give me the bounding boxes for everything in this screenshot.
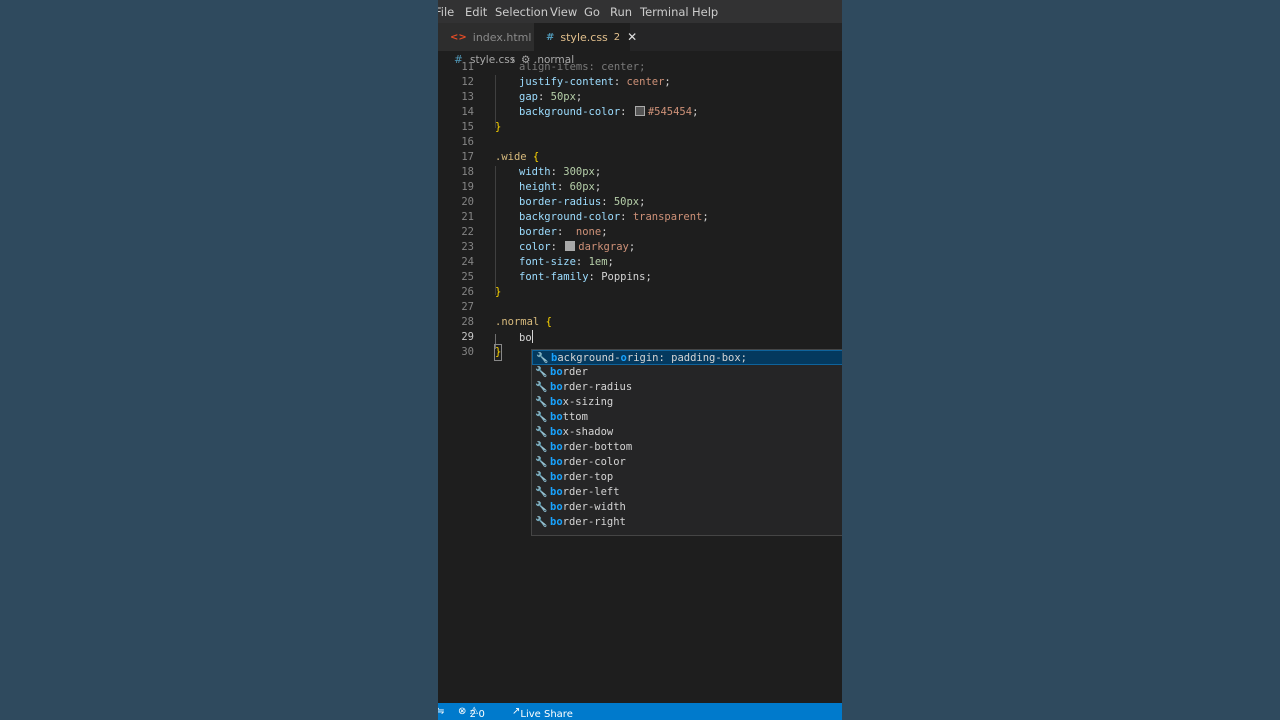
property-icon: 🔧	[535, 457, 548, 468]
suggestion-item[interactable]: 🔧 border-width	[532, 500, 842, 515]
code-line: 24 font-size: 1em;	[461, 256, 614, 268]
code-line: 18 width: 300px;	[461, 166, 602, 178]
autocomplete-widget: 🔧 background-origin: padding-box; 🔧 border…	[531, 349, 842, 536]
status-bar: ⇋ ⊗ 2 ⚠ 0 ↗ Live Share	[438, 703, 842, 720]
code-line: 26}	[461, 286, 502, 298]
property-icon: 🔧	[535, 397, 548, 408]
suggestion-item[interactable]: 🔧 border	[532, 365, 842, 380]
code-line: 20 border-radius: 50px;	[461, 196, 646, 208]
menu-file[interactable]: File	[438, 5, 454, 19]
suggestion-item[interactable]: 🔧 bottom	[532, 410, 842, 425]
problem-count-badge: 2	[613, 31, 621, 43]
suggestion-item[interactable]: 🔧 border-left	[532, 485, 842, 500]
code-line: 21 background-color: transparent;	[461, 211, 709, 223]
code-line: 11 align-items: center;	[461, 61, 646, 73]
menu-run[interactable]: Run	[610, 5, 632, 19]
live-share-label: Live Share	[520, 709, 573, 720]
suggestion-item[interactable]: 🔧 border-right	[532, 515, 842, 530]
errors-status[interactable]: ⊗ 2 ⚠ 0	[458, 706, 485, 720]
code-line: 27	[461, 301, 474, 313]
property-icon: 🔧	[535, 487, 548, 498]
remote-icon[interactable]: ⇋	[438, 706, 444, 717]
tab-index-html[interactable]: <> index.html	[438, 23, 534, 51]
property-icon: 🔧	[535, 367, 548, 378]
tab-label: index.html	[472, 30, 532, 44]
color-swatch[interactable]	[634, 106, 645, 116]
property-icon: 🔧	[535, 517, 548, 528]
code-line: 25 font-family: Poppins;	[461, 271, 652, 283]
tab-bar: <> index.html # style.css 2 ✕	[438, 23, 842, 51]
property-icon: 🔧	[535, 412, 548, 423]
suggestion-item[interactable]: 🔧 background-origin: padding-box;	[532, 350, 842, 365]
property-icon: 🔧	[536, 353, 549, 364]
code-line: 23 color: darkgray;	[461, 241, 636, 253]
code-line: 15}	[461, 121, 502, 133]
code-line: 19 height: 60px;	[461, 181, 602, 193]
menu-terminal[interactable]: Terminal	[640, 5, 689, 19]
close-icon[interactable]: ✕	[627, 30, 637, 44]
menu-selection[interactable]: Selection	[495, 5, 548, 19]
tab-label: style.css	[560, 30, 608, 44]
color-swatch[interactable]	[565, 241, 576, 251]
suggestion-item[interactable]: 🔧 border-top	[532, 470, 842, 485]
vscode-window: File Edit Selection View Go Run Terminal…	[438, 0, 842, 720]
menu-view[interactable]: View	[550, 5, 577, 19]
menu-help[interactable]: Help	[692, 5, 718, 19]
code-line-current: 29 bo	[461, 330, 533, 344]
error-count: 2	[469, 709, 476, 720]
property-icon: 🔧	[535, 427, 548, 438]
menu-edit[interactable]: Edit	[465, 5, 487, 19]
code-line: 13 gap: 50px;	[461, 91, 583, 103]
code-line: 28 .normal {	[461, 316, 552, 328]
suggestion-item[interactable]: 🔧 border-color	[532, 455, 842, 470]
menu-go[interactable]: Go	[584, 5, 600, 19]
suggestion-item[interactable]: 🔧 box-shadow	[532, 425, 842, 440]
property-icon: 🔧	[535, 442, 548, 453]
property-icon: 🔧	[535, 502, 548, 513]
text-cursor	[531, 330, 533, 343]
suggestion-item[interactable]: 🔧 box-sizing	[532, 395, 842, 410]
css-file-icon: #	[546, 31, 555, 43]
code-line: 17 .wide {	[461, 151, 540, 163]
code-line: 16	[461, 136, 474, 148]
suggestion-item[interactable]: 🔧 border-bottom	[532, 440, 842, 455]
property-icon: 🔧	[535, 472, 548, 483]
code-line: 12 justify-content: center;	[461, 76, 671, 88]
html-file-icon: <>	[450, 31, 467, 43]
code-line: 14 background-color: #545454;	[461, 106, 699, 118]
menu-bar: File Edit Selection View Go Run Terminal…	[438, 0, 842, 23]
tab-style-css[interactable]: # style.css 2 ✕	[534, 23, 637, 51]
live-share-button[interactable]: ↗ Live Share	[512, 706, 573, 720]
warning-count: 0	[478, 709, 485, 720]
property-icon: 🔧	[535, 382, 548, 393]
code-line: 22 border: none;	[461, 226, 608, 238]
suggestion-item[interactable]: 🔧 border-radius	[532, 380, 842, 395]
